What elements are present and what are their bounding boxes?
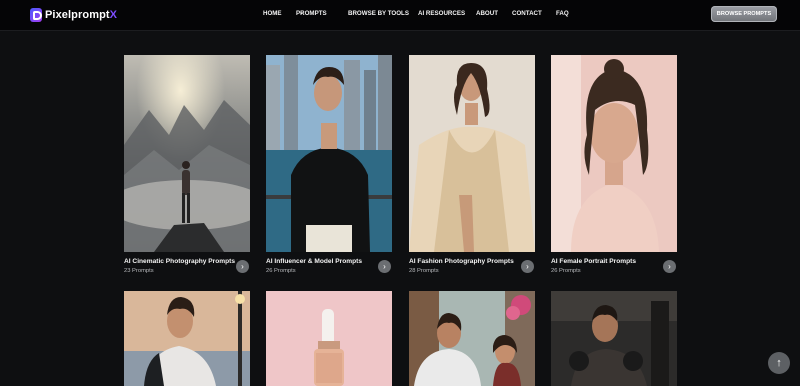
nav-ai-resources[interactable]: AI RESOURCES bbox=[418, 10, 465, 17]
chevron-right-icon[interactable]: › bbox=[663, 260, 676, 273]
prompt-count: 26 Prompts bbox=[266, 268, 296, 274]
category-thumbnail[interactable] bbox=[124, 55, 250, 252]
prompt-count: 28 Prompts bbox=[409, 268, 439, 274]
category-thumbnail[interactable] bbox=[551, 291, 677, 386]
arrow-up-icon[interactable]: ↑ bbox=[768, 352, 790, 374]
nav-about[interactable]: ABOUT bbox=[476, 10, 498, 17]
nav-contact[interactable]: CONTACT bbox=[512, 10, 542, 17]
top-navigation-bar: PixelpromptX HOME PROMPTS ⌄ BROWSE BY TOO… bbox=[0, 0, 800, 31]
prompt-count: 26 Prompts bbox=[551, 268, 581, 274]
chevron-down-icon: ⌄ bbox=[299, 10, 305, 16]
chevron-right-icon[interactable]: › bbox=[378, 260, 391, 273]
chevron-right-icon[interactable]: › bbox=[236, 260, 249, 273]
brand-logo[interactable]: PixelpromptX bbox=[30, 7, 117, 23]
category-title[interactable]: AI Influencer & Model Prompts bbox=[266, 258, 362, 265]
brand-name: PixelpromptX bbox=[45, 9, 118, 21]
category-thumbnail[interactable] bbox=[409, 291, 535, 386]
prompt-count: 23 Prompts bbox=[124, 268, 154, 274]
category-title[interactable]: AI Fashion Photography Prompts bbox=[409, 258, 514, 265]
chevron-right-icon[interactable]: › bbox=[521, 260, 534, 273]
category-thumbnail[interactable] bbox=[551, 55, 677, 252]
category-title[interactable]: AI Female Portrait Prompts bbox=[551, 258, 636, 265]
category-thumbnail[interactable] bbox=[266, 55, 392, 252]
nav-home[interactable]: HOME bbox=[263, 10, 282, 17]
nav-faq[interactable]: FAQ bbox=[556, 10, 569, 17]
category-thumbnail[interactable] bbox=[124, 291, 250, 386]
category-thumbnail[interactable] bbox=[266, 291, 392, 386]
category-thumbnail[interactable] bbox=[409, 55, 535, 252]
nav-browse-by-tools[interactable]: BROWSE BY TOOLS bbox=[348, 10, 409, 17]
pixelpromptx-logo-icon bbox=[30, 8, 42, 22]
browse-prompts-button[interactable]: BROWSE PROMPTS bbox=[711, 6, 777, 22]
category-title[interactable]: AI Cinematic Photography Prompts bbox=[124, 258, 235, 265]
